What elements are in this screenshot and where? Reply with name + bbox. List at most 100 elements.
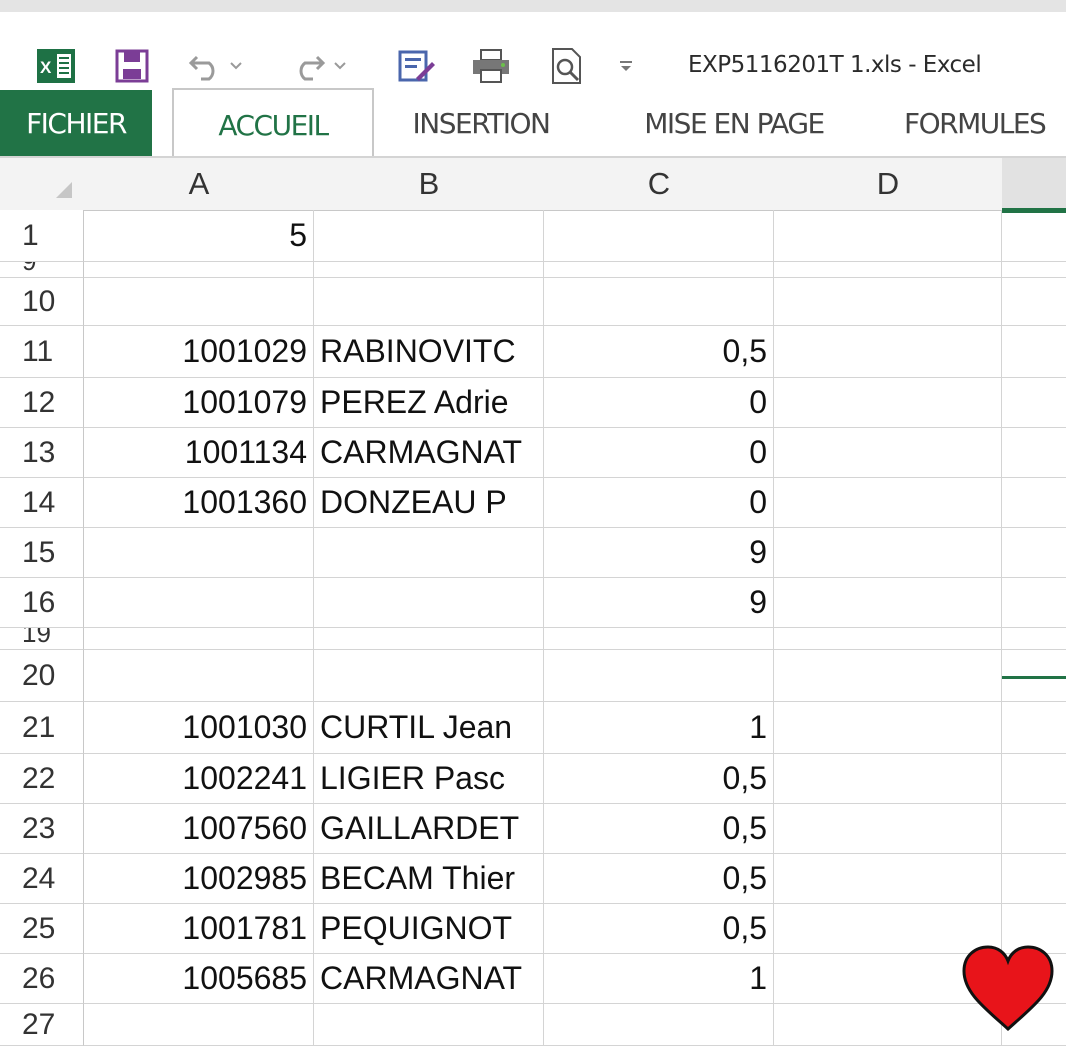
cell-c[interactable]: 0,5 xyxy=(544,754,774,804)
cell-d[interactable] xyxy=(774,650,1002,702)
cell-d[interactable] xyxy=(774,754,1002,804)
cell-e[interactable] xyxy=(1002,578,1066,628)
cell-b[interactable]: PEQUIGNOT xyxy=(314,904,544,954)
cell-b[interactable]: CARMAGNAT xyxy=(314,954,544,1004)
row-header[interactable]: 23 xyxy=(0,804,84,854)
row-header[interactable]: 11 xyxy=(0,326,84,378)
cell-c[interactable]: 0,5 xyxy=(544,804,774,854)
cell-a[interactable]: 1002985 xyxy=(84,854,314,904)
redo-dropdown-icon[interactable] xyxy=(330,46,350,86)
cell-b[interactable] xyxy=(314,1004,544,1046)
row-header[interactable]: 27 xyxy=(0,1004,84,1046)
cell-b[interactable] xyxy=(314,628,544,650)
cell-c[interactable]: 1 xyxy=(544,702,774,754)
cell-e[interactable] xyxy=(1002,754,1066,804)
cell-b[interactable]: LIGIER Pasc xyxy=(314,754,544,804)
cell-d[interactable] xyxy=(774,262,1002,278)
cell-e[interactable] xyxy=(1002,210,1066,262)
cell-a[interactable] xyxy=(84,578,314,628)
cell-a[interactable]: 1001360 xyxy=(84,478,314,528)
cell-d[interactable] xyxy=(774,326,1002,378)
row-header[interactable]: 14 xyxy=(0,478,84,528)
cell-e[interactable] xyxy=(1002,854,1066,904)
cell-a[interactable]: 1001029 xyxy=(84,326,314,378)
save-icon[interactable] xyxy=(112,46,152,86)
tab-formules[interactable]: FORMULES xyxy=(904,90,1066,156)
cell-c[interactable]: 0 xyxy=(544,428,774,478)
cell-c[interactable]: 0,5 xyxy=(544,326,774,378)
column-header-a[interactable]: A xyxy=(84,158,315,211)
cell-d[interactable] xyxy=(774,278,1002,326)
cell-b[interactable]: DONZEAU P xyxy=(314,478,544,528)
tab-insertion[interactable]: INSERTION xyxy=(396,90,566,156)
redo-icon[interactable] xyxy=(288,46,328,86)
cell-d[interactable] xyxy=(774,804,1002,854)
cell-a[interactable]: 1002241 xyxy=(84,754,314,804)
cell-d[interactable] xyxy=(774,478,1002,528)
cell-d[interactable] xyxy=(774,378,1002,428)
row-header[interactable]: 9 xyxy=(0,262,84,278)
column-header-e[interactable] xyxy=(1002,158,1066,213)
cell-e[interactable] xyxy=(1002,278,1066,326)
cell-e[interactable] xyxy=(1002,528,1066,578)
cell-c[interactable] xyxy=(544,278,774,326)
cell-b[interactable]: CURTIL Jean xyxy=(314,702,544,754)
row-header[interactable]: 26 xyxy=(0,954,84,1004)
row-header[interactable]: 20 xyxy=(0,650,84,702)
cell-c[interactable] xyxy=(544,650,774,702)
cell-b[interactable] xyxy=(314,278,544,326)
row-header[interactable]: 22 xyxy=(0,754,84,804)
cell-e[interactable] xyxy=(1002,326,1066,378)
cell-a[interactable] xyxy=(84,528,314,578)
cell-b[interactable]: CARMAGNAT xyxy=(314,428,544,478)
row-header[interactable]: 13 xyxy=(0,428,84,478)
print-preview-icon[interactable] xyxy=(548,46,588,86)
row-header[interactable]: 1 xyxy=(0,210,84,262)
cell-c[interactable]: 9 xyxy=(544,578,774,628)
excel-logo-icon[interactable]: X xyxy=(36,46,76,86)
row-header[interactable]: 10 xyxy=(0,278,84,326)
cell-c[interactable] xyxy=(544,628,774,650)
cell-b[interactable] xyxy=(314,528,544,578)
cell-d[interactable] xyxy=(774,428,1002,478)
cell-c[interactable]: 1 xyxy=(544,954,774,1004)
cell-a[interactable]: 1001781 xyxy=(84,904,314,954)
print-icon[interactable] xyxy=(470,46,512,86)
cell-b[interactable] xyxy=(314,650,544,702)
cell-a[interactable]: 1007560 xyxy=(84,804,314,854)
column-header-d[interactable]: D xyxy=(774,158,1003,211)
cell-a[interactable] xyxy=(84,262,314,278)
row-header[interactable]: 15 xyxy=(0,528,84,578)
cell-c[interactable]: 9 xyxy=(544,528,774,578)
cell-c[interactable] xyxy=(544,262,774,278)
cell-d[interactable] xyxy=(774,528,1002,578)
cell-e[interactable] xyxy=(1002,378,1066,428)
cell-a[interactable] xyxy=(84,278,314,326)
cell-b[interactable]: PEREZ Adrie xyxy=(314,378,544,428)
cell-e[interactable] xyxy=(1002,628,1066,650)
undo-icon[interactable] xyxy=(186,46,226,86)
cell-a[interactable] xyxy=(84,1004,314,1046)
row-header[interactable]: 24 xyxy=(0,854,84,904)
tab-mise-en-page[interactable]: MISE EN PAGE xyxy=(628,90,840,156)
row-header[interactable]: 25 xyxy=(0,904,84,954)
cell-a[interactable]: 1001134 xyxy=(84,428,314,478)
cell-a[interactable]: 5 xyxy=(84,210,314,262)
cell-c[interactable]: 0,5 xyxy=(544,854,774,904)
cell-b[interactable]: BECAM Thier xyxy=(314,854,544,904)
cell-a[interactable] xyxy=(84,628,314,650)
row-header[interactable]: 21 xyxy=(0,702,84,754)
row-header[interactable]: 19 xyxy=(0,628,84,650)
column-header-b[interactable]: B xyxy=(314,158,545,211)
undo-dropdown-icon[interactable] xyxy=(226,46,246,86)
select-all-corner[interactable] xyxy=(0,158,85,211)
cell-b[interactable]: GAILLARDET xyxy=(314,804,544,854)
cell-c[interactable] xyxy=(544,1004,774,1046)
cell-c[interactable]: 0,5 xyxy=(544,904,774,954)
cell-c[interactable]: 0 xyxy=(544,478,774,528)
cell-b[interactable] xyxy=(314,578,544,628)
cell-b[interactable] xyxy=(314,262,544,278)
cell-a[interactable]: 1001030 xyxy=(84,702,314,754)
row-header[interactable]: 12 xyxy=(0,378,84,428)
cell-b[interactable] xyxy=(314,210,544,262)
